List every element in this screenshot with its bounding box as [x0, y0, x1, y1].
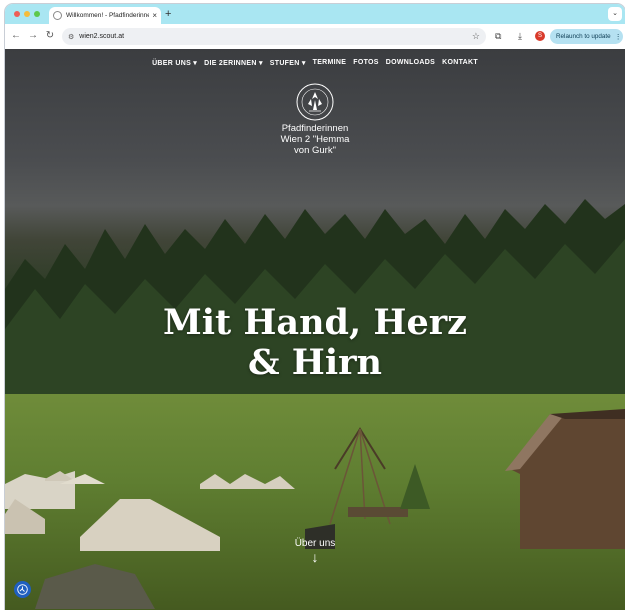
hero-title: Mit Hand, Herz & Hirn	[162, 302, 468, 383]
nav-item-die-2erinnen[interactable]: DIE 2ERINNEN ▾	[204, 59, 263, 67]
accessibility-button[interactable]	[14, 581, 31, 598]
forward-icon[interactable]: →	[26, 29, 40, 43]
nav-item-termine[interactable]: TERMINE	[313, 59, 347, 67]
site-info-icon[interactable]: ⚙	[68, 33, 74, 41]
more-menu-icon[interactable]: ⋮	[615, 33, 622, 41]
tab-title: Willkommen! - Pfadfinderinnen	[66, 12, 150, 19]
relaunch-label: Relaunch to update	[556, 33, 611, 40]
arrow-down-icon[interactable]: ↓	[305, 549, 325, 565]
nav-item-fotos[interactable]: FOTOS	[353, 59, 378, 67]
extensions-icon[interactable]: ⧉	[495, 30, 501, 42]
nav-item-kontakt[interactable]: KONTAKT	[442, 59, 478, 67]
relaunch-to-update-button[interactable]: Relaunch to update ⋮	[550, 29, 623, 44]
accessibility-icon	[17, 584, 28, 595]
tab-strip: Willkommen! - Pfadfinderinnen × + ⌄	[5, 4, 625, 24]
web-page: ÜBER UNS ▾ DIE 2ERINNEN ▾ STUFEN ▾ TERMI…	[5, 49, 625, 610]
nav-item-ueber-uns[interactable]: ÜBER UNS ▾	[152, 59, 197, 67]
address-bar[interactable]: ⚙ wien2.scout.at ☆	[62, 28, 486, 45]
back-icon[interactable]: ←	[9, 29, 23, 43]
camp-scene	[5, 409, 625, 609]
minimize-window-button[interactable]	[24, 11, 30, 17]
nav-item-downloads[interactable]: DOWNLOADS	[386, 59, 435, 67]
site-logo[interactable]	[295, 82, 335, 122]
emblem-icon	[296, 83, 334, 121]
close-window-button[interactable]	[14, 11, 20, 17]
new-tab-button[interactable]: +	[165, 7, 171, 21]
zoom-window-button[interactable]	[34, 11, 40, 17]
favicon-icon	[53, 11, 62, 20]
url-text[interactable]: wien2.scout.at	[79, 33, 472, 40]
download-icon[interactable]: ⤓	[518, 30, 522, 42]
site-name[interactable]: Pfadfinderinnen Wien 2 "Hemma von Gurk"	[255, 123, 375, 156]
tab-search-icon[interactable]: ⌄	[608, 7, 622, 21]
bookmark-star-icon[interactable]: ☆	[472, 31, 480, 42]
browser-window: Willkommen! - Pfadfinderinnen × + ⌄ ← → …	[5, 4, 625, 610]
reload-icon[interactable]: ↻	[43, 29, 57, 43]
browser-toolbar: ← → ↻ ⚙ wien2.scout.at ☆ ⧉ ⤓ S Relaunch …	[5, 24, 625, 49]
nav-item-stufen[interactable]: STUFEN ▾	[270, 59, 306, 67]
tab-close-icon[interactable]: ×	[152, 11, 157, 20]
profile-avatar[interactable]: S	[535, 31, 545, 41]
about-us-link[interactable]: Über uns	[265, 538, 365, 549]
site-navigation: ÜBER UNS ▾ DIE 2ERINNEN ▾ STUFEN ▾ TERMI…	[5, 59, 625, 67]
tab-active[interactable]: Willkommen! - Pfadfinderinnen ×	[49, 7, 161, 24]
